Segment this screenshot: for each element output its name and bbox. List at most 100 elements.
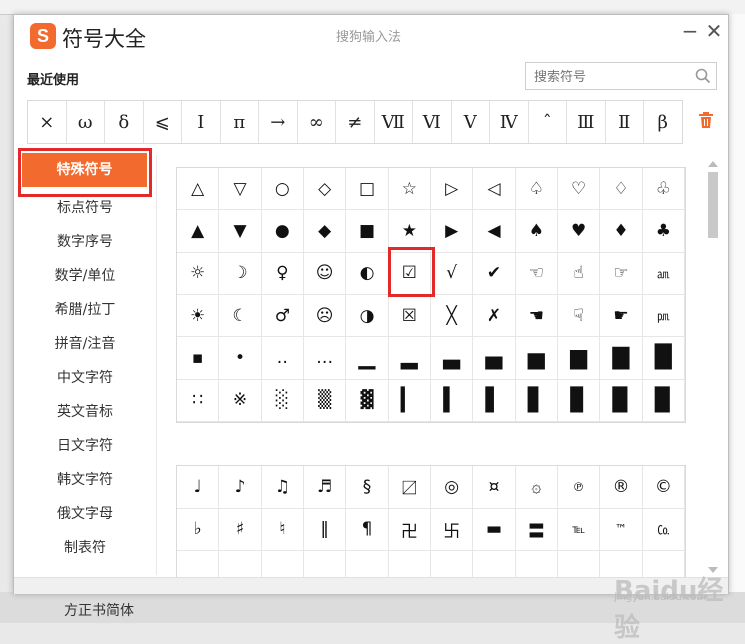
- symbol-cell[interactable]: ©: [642, 466, 685, 509]
- symbol-cell[interactable]: ▉: [600, 379, 643, 422]
- symbol-cell[interactable]: ▆: [557, 337, 601, 380]
- symbol-cell[interactable]: ∷: [177, 379, 220, 422]
- recent-symbol[interactable]: π: [221, 101, 259, 143]
- symbol-cell[interactable]: ▼: [219, 210, 262, 253]
- symbol-cell[interactable]: [304, 551, 347, 577]
- scroll-up-icon[interactable]: [708, 160, 718, 168]
- symbol-cell[interactable]: [516, 551, 558, 577]
- symbol-cell[interactable]: [219, 551, 262, 577]
- symbol-cell[interactable]: ╳: [430, 294, 474, 338]
- symbol-cell[interactable]: ☞: [600, 252, 643, 295]
- symbol-cell[interactable]: ▬: [473, 508, 516, 551]
- symbol-cell[interactable]: ㏘: [642, 294, 685, 338]
- symbol-cell[interactable]: ♤: [515, 168, 558, 211]
- symbol-cell[interactable]: ℗: [557, 466, 601, 509]
- symbol-cell[interactable]: ▶: [430, 210, 474, 253]
- search-input[interactable]: [532, 67, 686, 87]
- symbol-cell[interactable]: ‥: [261, 337, 304, 380]
- symbol-cell[interactable]: [262, 551, 304, 577]
- symbol-cell[interactable]: █: [642, 337, 685, 380]
- sidebar-item-10[interactable]: 俄文字母: [14, 499, 156, 529]
- symbol-cell[interactable]: ▒: [303, 379, 347, 422]
- symbol-cell[interactable]: 卍: [388, 508, 431, 551]
- symbol-cell[interactable]: ♭: [177, 508, 220, 551]
- sidebar-item-3[interactable]: 数学/单位: [14, 261, 156, 291]
- symbol-cell[interactable]: ♮: [261, 508, 304, 551]
- symbol-cell[interactable]: ◇: [303, 168, 347, 211]
- symbol-cell[interactable]: ※: [219, 379, 262, 422]
- symbol-cell[interactable]: ♪: [219, 466, 262, 509]
- symbol-cell[interactable]: [558, 551, 601, 577]
- symbol-cell[interactable]: ☼: [177, 252, 220, 295]
- symbol-cell[interactable]: ♣: [642, 210, 685, 253]
- symbol-cell[interactable]: ♦: [600, 210, 643, 253]
- symbol-cell[interactable]: ☾: [219, 294, 262, 338]
- symbol-cell[interactable]: ℡: [557, 508, 601, 551]
- symbol-cell[interactable]: ♠: [515, 210, 558, 253]
- symbol-cell[interactable]: ░: [261, 379, 304, 422]
- symbol-cell[interactable]: ▎: [388, 379, 431, 422]
- symbol-cell[interactable]: ☜: [515, 252, 558, 295]
- symbol-cell[interactable]: …: [303, 337, 347, 380]
- symbol-cell[interactable]: ◀: [473, 210, 516, 253]
- recent-symbol[interactable]: Ⅲ: [567, 101, 606, 143]
- sidebar-item-2[interactable]: 数字序号: [14, 227, 156, 257]
- symbol-cell[interactable]: ▃: [430, 337, 474, 380]
- sidebar-item-8[interactable]: 日文字符: [14, 431, 156, 461]
- close-button[interactable]: ✕: [702, 19, 726, 43]
- sidebar-item-11[interactable]: 制表符: [14, 533, 156, 563]
- symbol-cell[interactable]: 〓: [515, 508, 558, 551]
- symbol-cell[interactable]: △: [177, 168, 220, 211]
- symbol-cell[interactable]: ۞: [515, 466, 558, 509]
- sidebar-item-5[interactable]: 拼音/注音: [14, 329, 156, 359]
- symbol-cell[interactable]: ▊: [557, 379, 601, 422]
- symbol-cell[interactable]: ♥: [557, 210, 601, 253]
- symbol-cell[interactable]: [177, 551, 220, 577]
- recent-symbol[interactable]: Ⅶ: [375, 101, 413, 143]
- symbol-cell[interactable]: ♯: [219, 508, 262, 551]
- symbol-cell[interactable]: ☟: [557, 294, 601, 338]
- symbol-cell[interactable]: ◐: [346, 252, 389, 295]
- search-box[interactable]: [525, 62, 717, 90]
- recent-symbol[interactable]: β: [644, 101, 682, 143]
- symbol-cell[interactable]: ▉: [642, 379, 685, 422]
- symbol-cell[interactable]: 〼: [388, 466, 431, 509]
- symbol-cell[interactable]: □: [346, 168, 389, 211]
- symbol-cell[interactable]: √: [430, 252, 474, 295]
- symbol-cell[interactable]: ®: [600, 466, 643, 509]
- recent-symbol[interactable]: Ⅱ: [606, 101, 644, 143]
- symbol-cell[interactable]: ◁: [473, 168, 516, 211]
- symbol-cell[interactable]: ▂: [388, 337, 431, 380]
- symbol-cell[interactable]: ♂: [261, 294, 304, 338]
- recent-symbol[interactable]: ˆ: [529, 101, 567, 143]
- symbol-cell[interactable]: ☹: [303, 294, 347, 338]
- recent-symbol[interactable]: →: [259, 101, 298, 143]
- symbol-cell[interactable]: ☆: [388, 168, 431, 211]
- symbol-cell[interactable]: ♩: [177, 466, 220, 509]
- sidebar-item-4[interactable]: 希腊/拉丁: [14, 295, 156, 325]
- symbol-cell[interactable]: ‖: [303, 508, 347, 551]
- symbol-cell[interactable]: ☛: [600, 294, 643, 338]
- recent-symbol[interactable]: ×: [28, 101, 67, 143]
- symbol-cell[interactable]: ✔: [473, 252, 516, 295]
- sidebar-item-7[interactable]: 英文音标: [14, 397, 156, 427]
- recent-symbol[interactable]: δ: [105, 101, 144, 143]
- symbol-cell[interactable]: ▁: [346, 337, 389, 380]
- symbol-cell[interactable]: ▋: [515, 379, 558, 422]
- recent-symbol[interactable]: Ⅳ: [490, 101, 529, 143]
- recent-symbol[interactable]: Ⅴ: [452, 101, 490, 143]
- recent-symbol[interactable]: Ⅵ: [413, 101, 452, 143]
- symbol-cell[interactable]: ◑: [346, 294, 389, 338]
- symbol-cell[interactable]: ♬: [303, 466, 347, 509]
- sidebar-item-0[interactable]: 特殊符号: [22, 153, 147, 187]
- symbol-cell[interactable]: §: [346, 466, 389, 509]
- symbol-cell[interactable]: ✗: [473, 294, 516, 338]
- symbol-cell[interactable]: [389, 551, 431, 577]
- symbol-cell[interactable]: ☚: [515, 294, 558, 338]
- minimize-button[interactable]: −: [678, 19, 702, 43]
- recent-symbol[interactable]: Ⅰ: [182, 101, 221, 143]
- symbol-cell[interactable]: ▄: [473, 337, 516, 380]
- symbol-cell[interactable]: ▲: [177, 210, 220, 253]
- symbol-cell[interactable]: ¤: [473, 466, 516, 509]
- symbol-cell[interactable]: 卐: [430, 508, 474, 551]
